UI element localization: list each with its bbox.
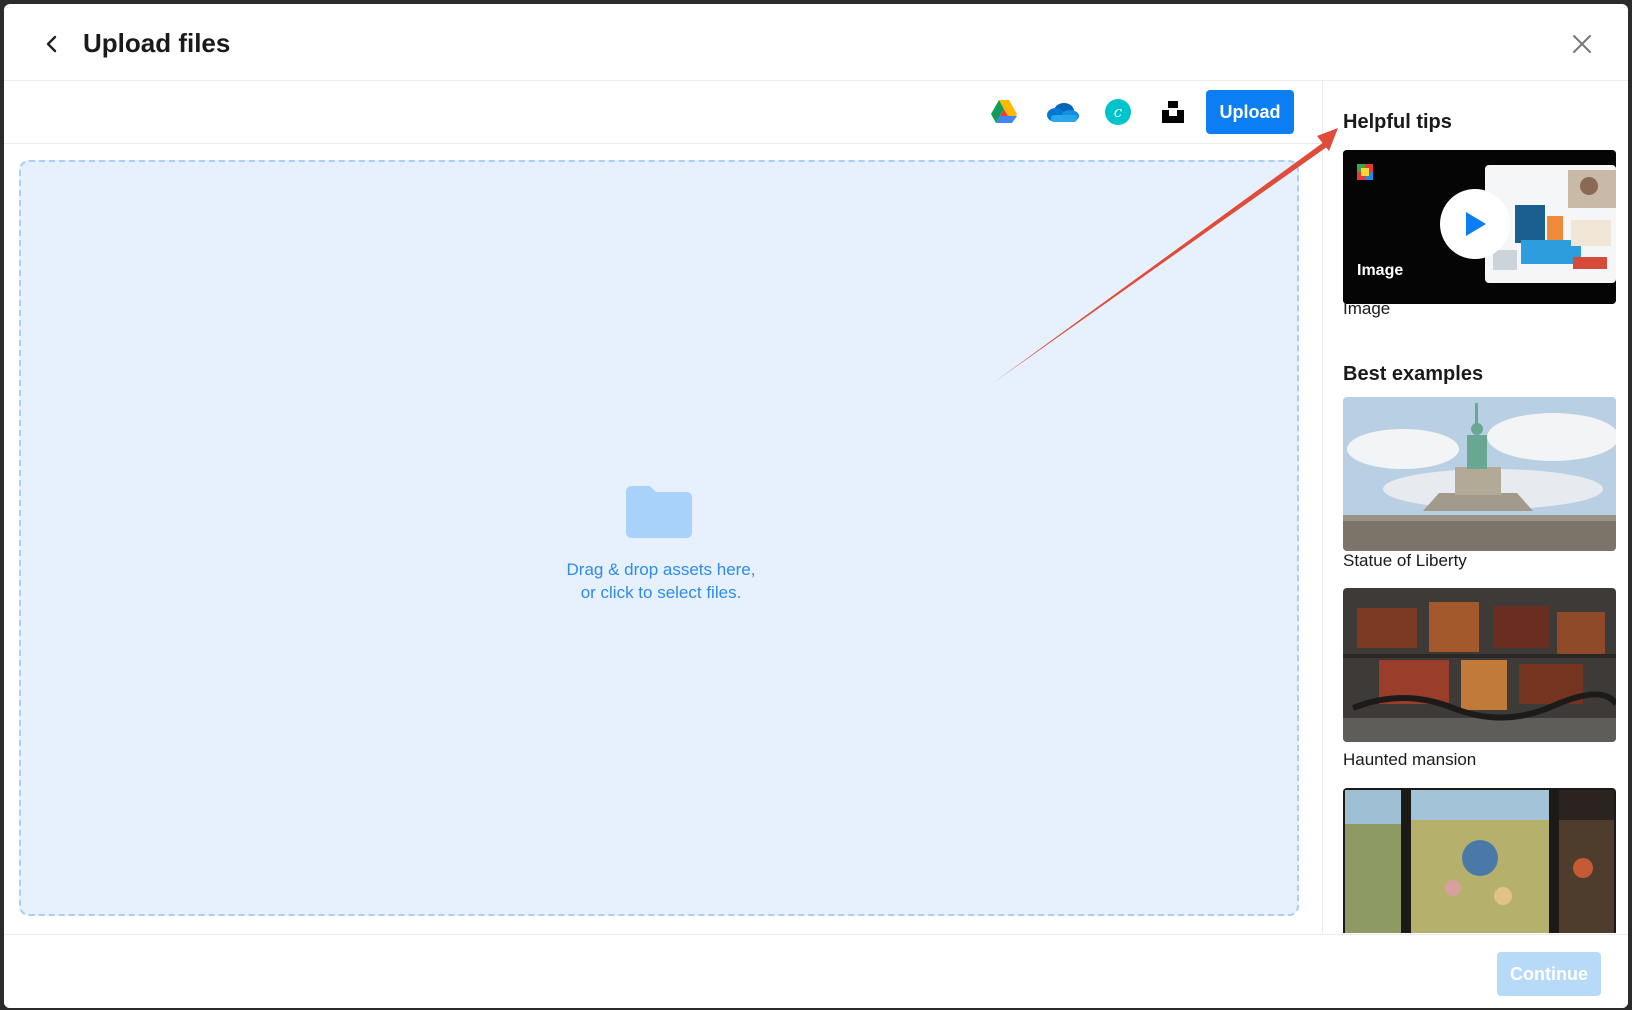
tip-video-card[interactable]: Image — [1343, 150, 1616, 304]
upload-dialog: Upload files c Upload Drag & drop assets… — [4, 4, 1628, 1008]
play-icon — [1466, 212, 1486, 236]
canva-icon: c — [1105, 99, 1131, 125]
upload-button[interactable]: Upload — [1206, 90, 1294, 134]
dropzone-line-1: Drag & drop assets here, — [566, 560, 756, 579]
close-button[interactable] — [1564, 26, 1600, 62]
continue-button[interactable]: Continue — [1497, 952, 1601, 996]
dropzone[interactable]: Drag & drop assets here, or click to sel… — [19, 160, 1299, 916]
google-drive-icon — [991, 100, 1017, 123]
helpful-tips-heading: Helpful tips — [1343, 111, 1452, 133]
back-button[interactable] — [34, 26, 70, 62]
statue-of-liberty-image — [1343, 397, 1616, 551]
chevron-left-icon — [46, 35, 57, 53]
example-caption-haunted-mansion: Haunted mansion — [1343, 750, 1477, 769]
dialog-header: Upload files — [4, 4, 1628, 81]
example-caption-statue-of-liberty: Statue of Liberty — [1343, 551, 1467, 570]
svg-text:c: c — [1114, 103, 1123, 121]
onedrive-icon — [1047, 103, 1079, 122]
dropzone-text: Drag & drop assets here, or click to sel… — [461, 558, 861, 604]
sidebar: Helpful tips Image Image Best examples S… — [1322, 81, 1628, 933]
dialog-footer: Continue — [4, 934, 1628, 1008]
garden-triptych-image — [1343, 788, 1616, 933]
example-thumbnail-haunted-mansion[interactable] — [1343, 588, 1616, 742]
main-panel: c Upload Drag & drop assets here, or cli… — [4, 81, 1321, 933]
haunted-mansion-image — [1343, 588, 1616, 742]
page-title: Upload files — [83, 28, 231, 58]
best-examples-heading: Best examples — [1343, 363, 1484, 385]
close-icon — [1573, 35, 1591, 53]
example-thumbnail-statue-of-liberty[interactable] — [1343, 397, 1616, 551]
unsplash-icon — [1162, 101, 1184, 123]
upload-toolbar: c Upload — [4, 81, 1321, 144]
play-button[interactable] — [1440, 189, 1510, 259]
google-drive-button[interactable] — [982, 91, 1026, 133]
folder-icon — [626, 486, 692, 538]
dropzone-line-2: or click to select files. — [580, 583, 742, 602]
unsplash-button[interactable] — [1151, 91, 1195, 133]
example-thumbnail-garden-triptych[interactable] — [1343, 788, 1616, 933]
tip-video-caption: Image — [1343, 299, 1391, 318]
tip-video-label: Image — [1357, 262, 1404, 279]
onedrive-button[interactable] — [1041, 91, 1085, 133]
canva-button[interactable]: c — [1096, 91, 1140, 133]
